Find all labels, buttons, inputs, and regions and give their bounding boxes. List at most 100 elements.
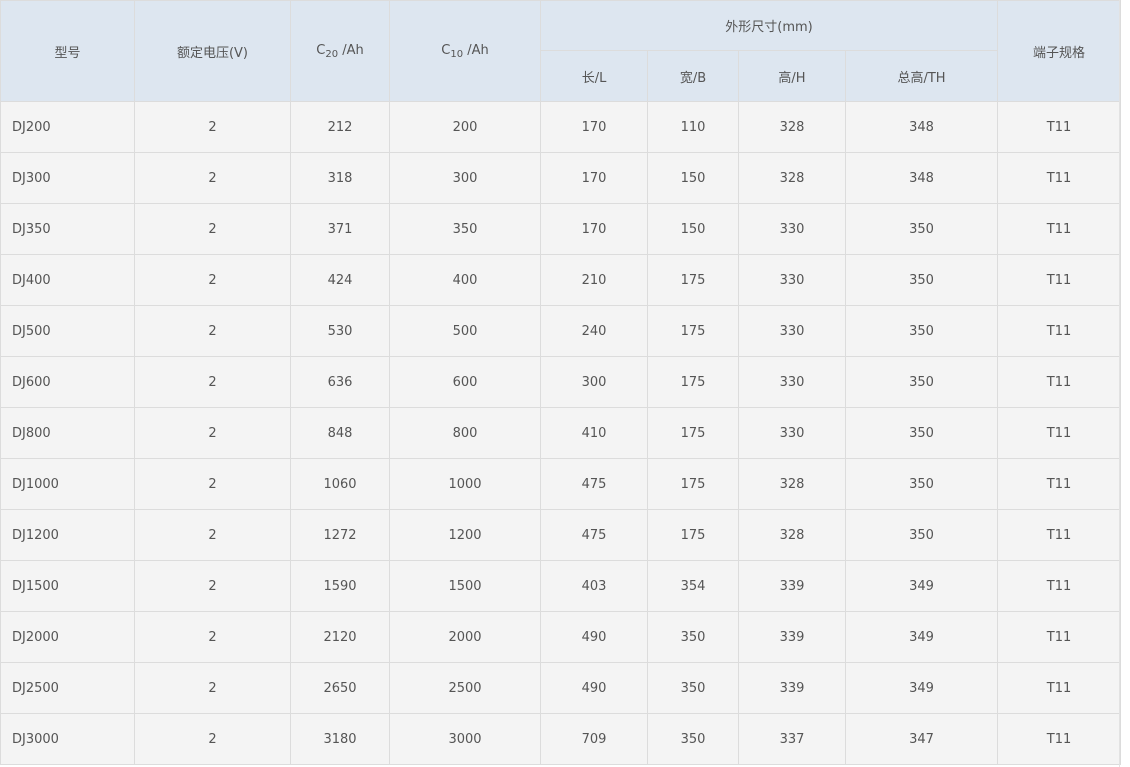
cell-width: 150 (647, 203, 739, 255)
cell-voltage: 2 (134, 101, 291, 153)
table-row: DJ1200 2 1272 1200 475 175 328 350 T11 (0, 509, 1122, 561)
cell-terminal: T11 (997, 662, 1122, 714)
cell-c20: 2650 (290, 662, 390, 714)
cell-c10: 1200 (389, 509, 541, 561)
cell-c10: 800 (389, 407, 541, 459)
cell-height: 330 (738, 305, 846, 357)
cell-voltage: 2 (134, 203, 291, 255)
cell-model: DJ2000 (0, 611, 135, 663)
cell-total-height: 350 (844, 203, 999, 255)
cell-length: 403 (540, 560, 648, 612)
cell-c20: 318 (290, 152, 390, 204)
cell-voltage: 2 (134, 662, 291, 714)
cell-voltage: 2 (134, 560, 291, 612)
cell-total-height: 350 (844, 254, 999, 306)
cell-height: 330 (738, 203, 846, 255)
cell-length: 170 (540, 152, 648, 204)
table-row: DJ800 2 848 800 410 175 330 350 T11 (0, 407, 1122, 459)
cell-model: DJ350 (0, 203, 135, 255)
cell-c10: 600 (389, 356, 541, 408)
cell-c10: 3000 (389, 713, 541, 765)
cell-terminal: T11 (997, 101, 1122, 153)
cell-height: 339 (738, 560, 846, 612)
cell-height: 330 (738, 356, 846, 408)
cell-c10: 350 (389, 203, 541, 255)
cell-total-height: 349 (844, 560, 999, 612)
cell-total-height: 348 (844, 101, 999, 153)
header-c10-main: C (441, 42, 451, 58)
cell-terminal: T11 (997, 254, 1122, 306)
table-row: DJ350 2 371 350 170 150 330 350 T11 (0, 203, 1122, 255)
header-c20: C20 /Ah (290, 0, 390, 102)
table-row: DJ200 2 212 200 170 110 328 348 T11 (0, 101, 1122, 153)
cell-total-height: 350 (844, 407, 999, 459)
cell-length: 410 (540, 407, 648, 459)
cell-length: 490 (540, 611, 648, 663)
cell-voltage: 2 (134, 152, 291, 204)
cell-c10: 500 (389, 305, 541, 357)
cell-c10: 1500 (389, 560, 541, 612)
cell-height: 328 (738, 509, 846, 561)
cell-terminal: T11 (997, 509, 1122, 561)
cell-terminal: T11 (997, 611, 1122, 663)
cell-c20: 1590 (290, 560, 390, 612)
cell-total-height: 349 (844, 662, 999, 714)
cell-width: 350 (647, 662, 739, 714)
header-model: 型号 (0, 0, 135, 102)
cell-terminal: T11 (997, 713, 1122, 765)
header-c20-unit: /Ah (338, 42, 364, 58)
header-c10-sub: 10 (450, 48, 464, 60)
cell-height: 328 (738, 101, 846, 153)
cell-model: DJ800 (0, 407, 135, 459)
cell-c20: 2120 (290, 611, 390, 663)
header-c20-sub: 20 (325, 48, 339, 60)
header-voltage: 额定电压(V) (134, 0, 291, 102)
cell-width: 175 (647, 305, 739, 357)
table-body: DJ200 2 212 200 170 110 328 348 T11 DJ300 2 318 300 1… (0, 101, 1122, 765)
header-width: 宽/B (647, 50, 739, 102)
cell-model: DJ200 (0, 101, 135, 153)
cell-length: 240 (540, 305, 648, 357)
battery-spec-table: 型号 额定电压(V) C20 /Ah C10 /Ah 外形尺寸(mm) 端子规格… (0, 0, 1122, 765)
cell-c10: 2500 (389, 662, 541, 714)
cell-terminal: T11 (997, 152, 1122, 204)
cell-c20: 3180 (290, 713, 390, 765)
cell-width: 110 (647, 101, 739, 153)
cell-c20: 424 (290, 254, 390, 306)
cell-width: 175 (647, 356, 739, 408)
cell-c20: 371 (290, 203, 390, 255)
cell-c10: 2000 (389, 611, 541, 663)
cell-length: 475 (540, 458, 648, 510)
cell-voltage: 2 (134, 305, 291, 357)
cell-model: DJ1000 (0, 458, 135, 510)
cell-height: 328 (738, 152, 846, 204)
cell-voltage: 2 (134, 254, 291, 306)
cell-height: 330 (738, 407, 846, 459)
header-c20-main: C (316, 42, 326, 58)
cell-total-height: 347 (844, 713, 999, 765)
cell-c20: 636 (290, 356, 390, 408)
cell-width: 175 (647, 509, 739, 561)
cell-height: 328 (738, 458, 846, 510)
header-total-height: 总高/TH (844, 50, 999, 102)
table-row: DJ300 2 318 300 170 150 328 348 T11 (0, 152, 1122, 204)
cell-voltage: 2 (134, 611, 291, 663)
cell-c20: 530 (290, 305, 390, 357)
cell-length: 475 (540, 509, 648, 561)
table-row: DJ1500 2 1590 1500 403 354 339 349 T11 (0, 560, 1122, 612)
header-length: 长/L (540, 50, 648, 102)
table-row: DJ3000 2 3180 3000 709 350 337 347 T11 (0, 713, 1122, 765)
cell-c10: 200 (389, 101, 541, 153)
table-row: DJ600 2 636 600 300 175 330 350 T11 (0, 356, 1122, 408)
cell-height: 330 (738, 254, 846, 306)
cell-length: 170 (540, 203, 648, 255)
cell-terminal: T11 (997, 458, 1122, 510)
cell-model: DJ600 (0, 356, 135, 408)
cell-height: 339 (738, 611, 846, 663)
cell-c10: 400 (389, 254, 541, 306)
cell-terminal: T11 (997, 305, 1122, 357)
cell-width: 354 (647, 560, 739, 612)
cell-voltage: 2 (134, 509, 291, 561)
cell-terminal: T11 (997, 356, 1122, 408)
cell-width: 350 (647, 713, 739, 765)
